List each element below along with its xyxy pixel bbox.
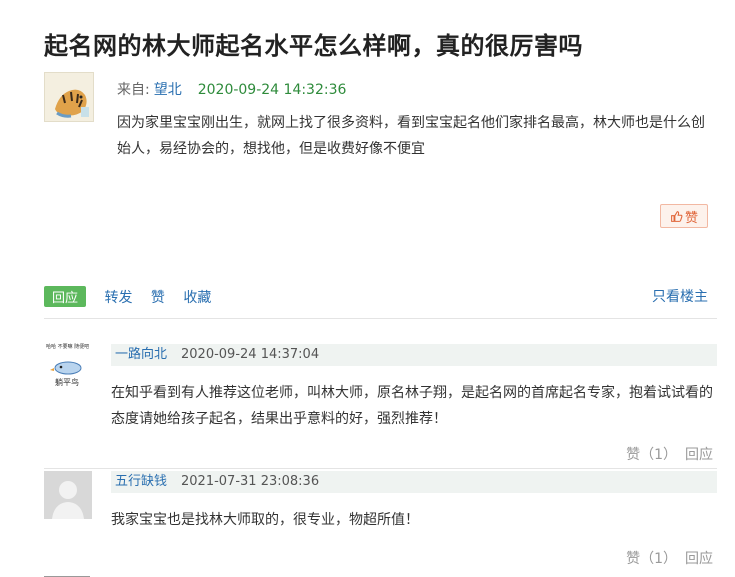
reply-button[interactable]: 回应	[44, 286, 87, 307]
bird-avatar-icon: 哈哈 不要嘛 随便吧 躺平鸟	[44, 340, 92, 388]
post-timestamp: 2020-09-24 14:32:36	[197, 82, 347, 98]
only-op-link[interactable]: 只看楼主	[652, 286, 708, 306]
post-meta: 来自: 望北 2020-09-24 14:32:36	[117, 79, 346, 99]
reply-header: 一路向北 2020-09-24 14:37:04	[111, 344, 717, 366]
reply-footer: 赞（1） 回应	[626, 444, 713, 464]
collect-link[interactable]: 收藏	[183, 290, 211, 306]
avatar-caption: 躺平鸟	[55, 377, 79, 387]
post-like-button[interactable]: 赞	[660, 204, 708, 228]
reply-header: 五行缺钱 2021-07-31 23:08:36	[111, 471, 717, 493]
reply-body: 我家宝宝也是找林大师取的，很专业，物超所值！	[111, 512, 419, 528]
like-link[interactable]: 赞	[151, 290, 165, 306]
tiger-avatar-icon	[45, 73, 93, 121]
reply-author-link[interactable]: 一路向北	[115, 347, 167, 362]
section-divider	[44, 318, 717, 319]
like-label: 赞	[684, 210, 698, 226]
reply-author-link[interactable]: 五行缺钱	[115, 474, 167, 489]
reply-avatar[interactable]: 哈哈 不要嘛 随便吧 躺平鸟	[44, 340, 92, 388]
reply-timestamp: 2020-09-24 14:37:04	[181, 347, 320, 362]
from-label: 来自:	[117, 82, 150, 98]
default-user-avatar-icon	[44, 471, 92, 519]
post-body: 因为家里宝宝刚出生，就网上找了很多资料，看到宝宝起名他们家排名最高，林大师也是什…	[117, 115, 705, 157]
reply-timestamp: 2021-07-31 23:08:36	[181, 474, 320, 489]
reply-footer: 赞（1） 回应	[626, 548, 713, 568]
op-avatar[interactable]	[44, 72, 94, 122]
reply-reply-link[interactable]: 回应	[685, 447, 713, 463]
reply-body: 在知乎看到有人推荐这位老师，叫林大师，原名林子翔，是起名网的首席起名专家，抱着试…	[111, 385, 713, 427]
reply-like-link[interactable]: 赞（1）	[626, 447, 677, 463]
reply-divider	[44, 468, 717, 469]
repost-link[interactable]: 转发	[104, 290, 132, 306]
reply-avatar[interactable]	[44, 471, 92, 519]
author-location-link[interactable]: 望北	[154, 82, 182, 98]
post-actions: 回应 转发 赞 收藏	[44, 286, 211, 307]
thumbs-up-icon	[671, 210, 683, 222]
reply-like-link[interactable]: 赞（1）	[626, 551, 677, 567]
avatar-bubble-text: 哈哈 不要嘛 随便吧	[46, 343, 89, 350]
reply-reply-link[interactable]: 回应	[685, 551, 713, 567]
thread-title: 起名网的林大师起名水平怎么样啊，真的很厉害吗	[44, 32, 583, 60]
